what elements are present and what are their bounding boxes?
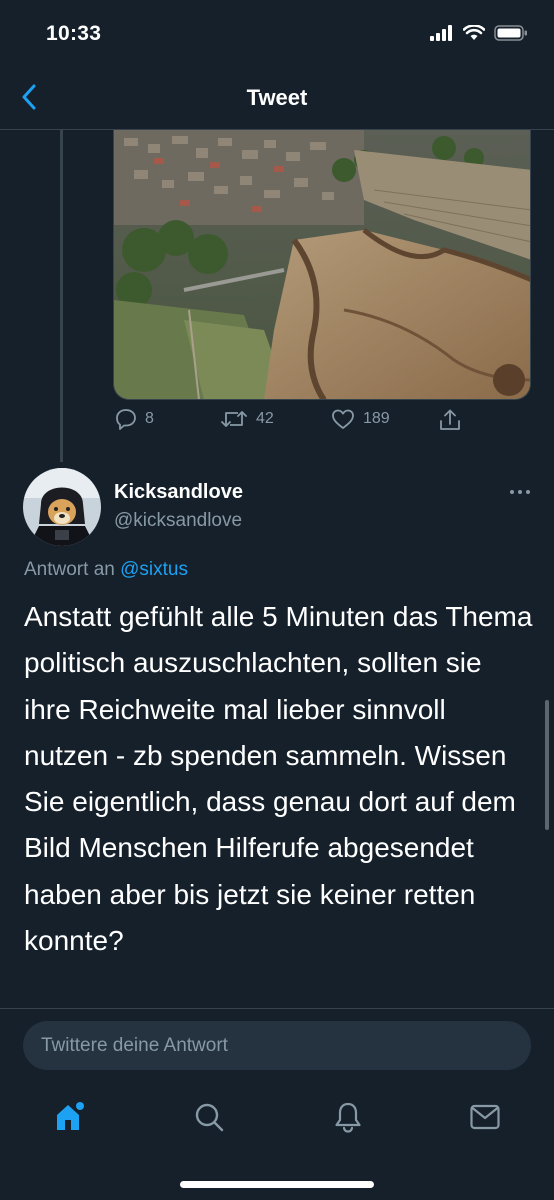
tab-search[interactable]: [184, 1094, 234, 1140]
status-icons: [430, 25, 528, 41]
share-icon: [440, 409, 460, 430]
battery-icon: [494, 25, 527, 41]
like-count: 189: [363, 410, 390, 427]
tab-home[interactable]: [45, 1094, 95, 1140]
doge-vader-avatar: [23, 468, 101, 546]
reply-button[interactable]: 8: [115, 408, 154, 430]
bell-icon: [335, 1102, 361, 1133]
reply-count: 8: [145, 410, 154, 427]
page-title: Tweet: [246, 85, 308, 110]
retweet-icon: [221, 411, 247, 427]
reply-prefix: Antwort an: [24, 559, 115, 580]
reply-mention-link[interactable]: @sixtus: [120, 559, 188, 580]
heart-icon: [332, 409, 354, 429]
retweet-count: 42: [256, 410, 274, 427]
thread-line: [60, 130, 63, 462]
cellular-signal-icon: [430, 25, 452, 41]
tab-bar: [0, 1084, 554, 1154]
wifi-icon: [463, 25, 485, 40]
more-dot: [526, 490, 530, 494]
author-name[interactable]: Kicksandlove: [114, 481, 243, 504]
tweet-actions: 8 42 189: [113, 408, 533, 442]
author-handle[interactable]: @kicksandlove: [114, 510, 242, 532]
home-indicator[interactable]: [180, 1181, 374, 1188]
scrollbar[interactable]: [545, 700, 549, 830]
more-dot: [510, 490, 514, 494]
reply-input[interactable]: [41, 1021, 511, 1070]
home-icon: [57, 1102, 84, 1130]
status-time: 10:33: [46, 22, 102, 45]
nav-bar: Tweet: [0, 66, 554, 130]
share-button[interactable]: [439, 408, 461, 432]
avatar[interactable]: [23, 468, 101, 546]
reply-icon: [116, 409, 136, 430]
search-icon: [195, 1103, 224, 1132]
mail-icon: [470, 1104, 500, 1130]
tweet-photo[interactable]: [113, 130, 531, 400]
reply-compose-box[interactable]: [23, 1021, 531, 1070]
tab-notifications[interactable]: [323, 1094, 373, 1140]
flood-aerial-photo: [114, 130, 530, 399]
more-options-button[interactable]: [505, 484, 535, 500]
more-dot: [518, 490, 522, 494]
divider: [0, 1008, 554, 1009]
tab-messages[interactable]: [460, 1094, 510, 1140]
retweet-button[interactable]: 42: [220, 408, 274, 430]
status-bar: 10:33: [0, 0, 554, 66]
reply-context: Antwort an @sixtus: [24, 559, 188, 581]
tweet-text: Anstatt gefühlt alle 5 Minuten das Thema…: [24, 601, 533, 957]
like-button[interactable]: 189: [331, 408, 390, 430]
